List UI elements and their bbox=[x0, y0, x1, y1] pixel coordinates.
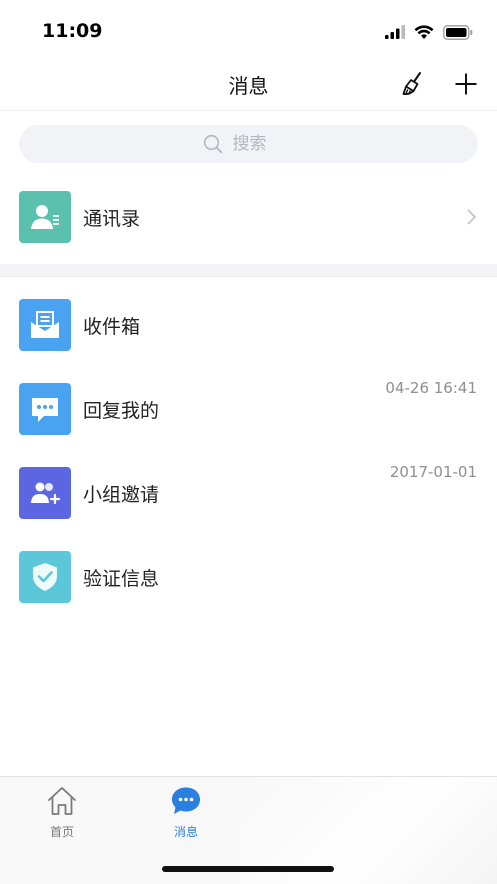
list-item-inbox[interactable]: 收件箱 bbox=[0, 283, 497, 367]
list-item-label: 收件箱 bbox=[83, 316, 141, 338]
tab-label: 消息 bbox=[173, 825, 198, 839]
search-bar[interactable] bbox=[19, 125, 478, 163]
list-item-time: 2017-01-01 bbox=[389, 463, 477, 481]
clear-button[interactable] bbox=[398, 68, 430, 100]
home-indicator bbox=[162, 866, 334, 872]
status-icons bbox=[385, 22, 473, 42]
chevron-right-icon bbox=[467, 209, 476, 225]
status-bar: 11:09 bbox=[0, 0, 497, 56]
broom-icon bbox=[402, 72, 421, 96]
list-item-group-invites[interactable]: 小组邀请 2017-01-01 bbox=[0, 451, 497, 535]
tab-messages[interactable]: 消息 bbox=[146, 785, 226, 840]
signal-icon bbox=[385, 25, 405, 39]
search-icon bbox=[203, 134, 222, 154]
inbox-icon bbox=[19, 299, 71, 351]
status-time: 11:09 bbox=[42, 20, 103, 42]
contacts-label: 通讯录 bbox=[83, 208, 141, 230]
list-item-label: 小组邀请 bbox=[83, 484, 160, 506]
search-input[interactable] bbox=[230, 133, 295, 155]
list-item-replies[interactable]: 回复我的 04-26 16:41 bbox=[0, 367, 497, 451]
chat-bubble-icon bbox=[172, 787, 200, 814]
list-item-verification[interactable]: 验证信息 bbox=[0, 535, 497, 619]
plus-icon bbox=[455, 73, 477, 95]
group-invite-icon bbox=[19, 467, 71, 519]
battery-icon bbox=[443, 24, 473, 40]
tab-label: 首页 bbox=[49, 825, 74, 839]
list-item-time: 04-26 16:41 bbox=[385, 379, 477, 397]
home-icon bbox=[48, 787, 76, 815]
contacts-icon bbox=[19, 191, 71, 243]
section-divider bbox=[0, 264, 497, 277]
contacts-row[interactable]: 通讯录 bbox=[0, 175, 497, 259]
nav-bar: 消息 bbox=[0, 56, 497, 111]
reply-bubble-icon bbox=[19, 383, 71, 435]
list-item-label: 回复我的 bbox=[83, 400, 160, 422]
wifi-icon bbox=[414, 24, 434, 39]
list-item-label: 验证信息 bbox=[83, 568, 160, 590]
shield-check-icon bbox=[19, 551, 71, 603]
add-button[interactable] bbox=[450, 68, 482, 100]
tab-home[interactable]: 首页 bbox=[22, 785, 102, 840]
